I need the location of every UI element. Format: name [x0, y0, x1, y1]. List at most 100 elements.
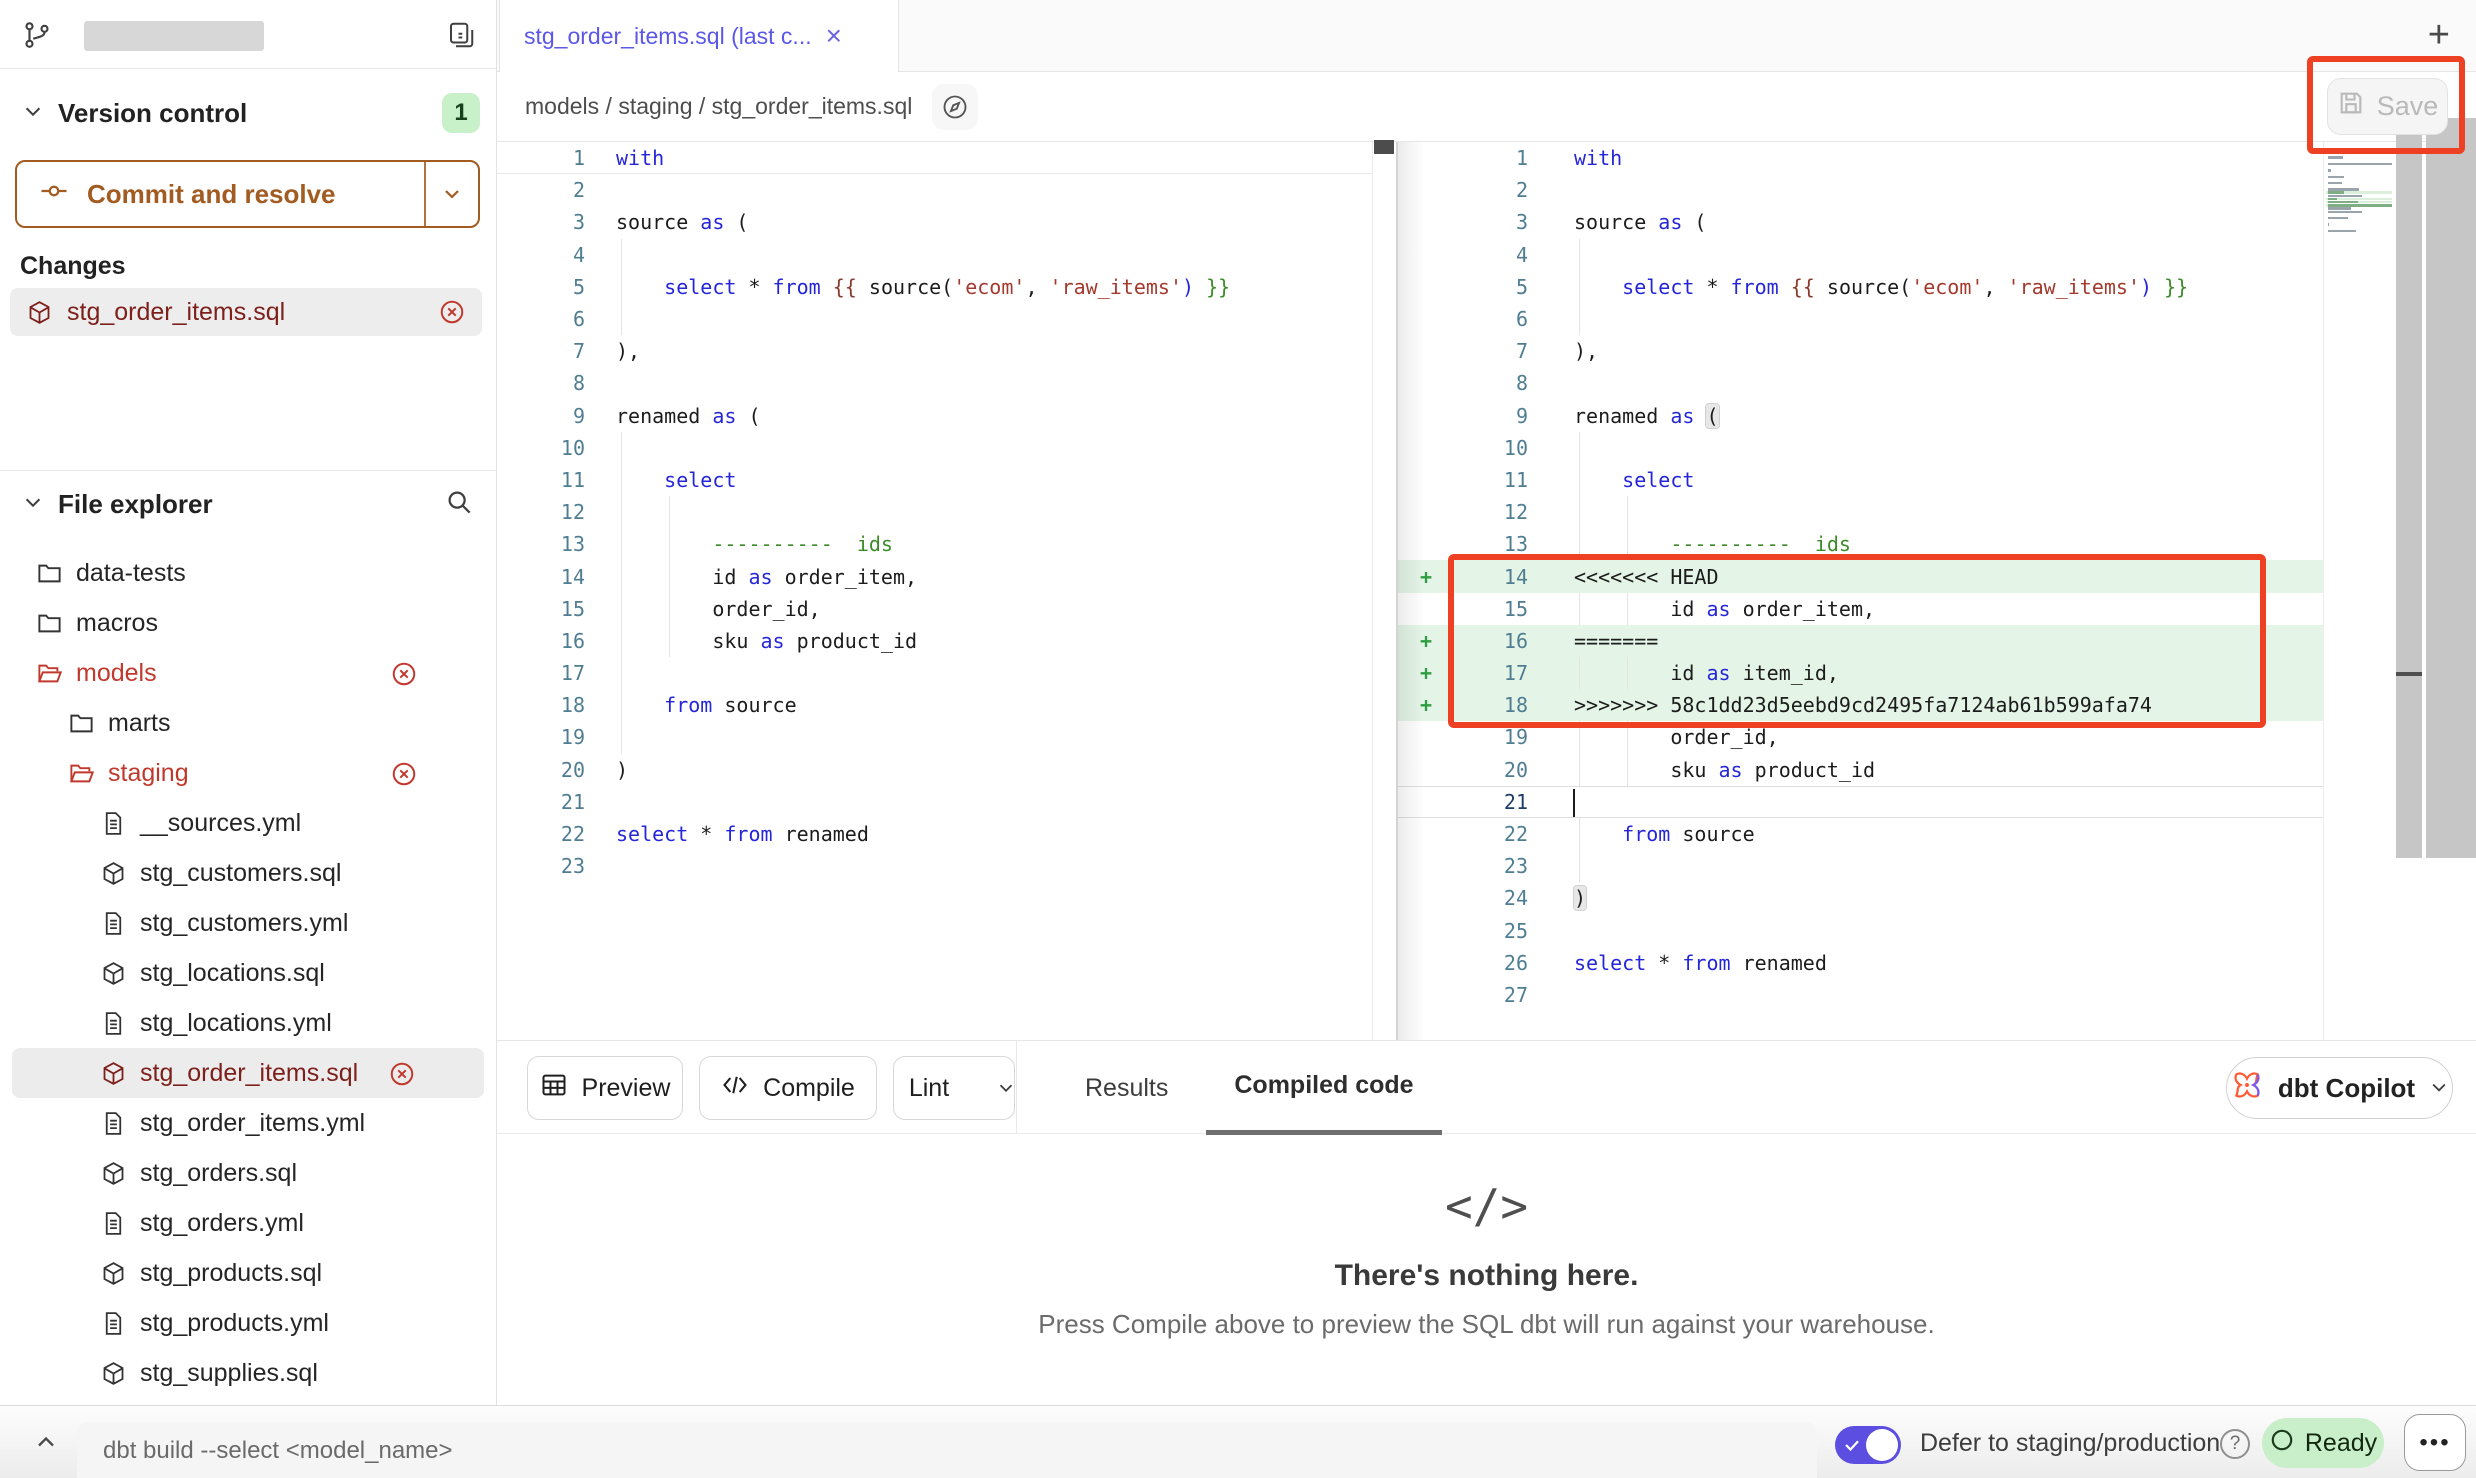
code-line-17[interactable]: +17 id as item_id,: [1398, 657, 2323, 689]
code-line-4[interactable]: 4: [497, 239, 1372, 271]
code-line-7[interactable]: 7),: [497, 335, 1372, 367]
code-line-23[interactable]: 23: [497, 850, 1372, 882]
command-input[interactable]: dbt build --select <model_name>: [77, 1422, 1817, 1478]
save-button[interactable]: Save: [2327, 78, 2448, 135]
tree-item-models[interactable]: models: [0, 648, 496, 698]
tree-item-data-tests[interactable]: data-tests: [0, 548, 496, 598]
editor-current[interactable]: 1with23source as (45 select * from {{ so…: [1398, 142, 2323, 1040]
code-line-18[interactable]: +18>>>>>>> 58c1dd23d5eebd9cd2495fa7124ab…: [1398, 689, 2323, 721]
code-line-16[interactable]: +16=======: [1398, 625, 2323, 657]
tree-item-stg_supplies.sql[interactable]: stg_supplies.sql: [0, 1348, 496, 1398]
code-line-2[interactable]: 2: [1398, 174, 2323, 206]
code-line-22[interactable]: 22 from source: [1398, 818, 2323, 850]
code-line-8[interactable]: 8: [497, 367, 1372, 399]
code-line-14[interactable]: +14<<<<<<< HEAD: [1398, 560, 2323, 592]
tab-compiled-code[interactable]: Compiled code: [1206, 1041, 1441, 1135]
search-icon[interactable]: [444, 487, 474, 522]
code-line-3[interactable]: 3source as (: [497, 206, 1372, 238]
file-explorer-header[interactable]: File explorer: [0, 482, 496, 526]
code-line-1[interactable]: 1with: [497, 142, 1372, 174]
tree-item-marts[interactable]: marts: [0, 698, 496, 748]
version-control-header[interactable]: Version control 1: [0, 91, 496, 135]
code-line-17[interactable]: 17: [497, 657, 1372, 689]
code-line-19[interactable]: 19: [497, 721, 1372, 753]
commit-and-resolve-button[interactable]: Commit and resolve: [15, 160, 480, 228]
copy-icon[interactable]: [446, 20, 476, 55]
code-line-5[interactable]: 5 select * from {{ source('ecom', 'raw_i…: [1398, 271, 2323, 303]
editor-scrollbar[interactable]: [2426, 118, 2476, 858]
code-line-13[interactable]: 13 ---------- ids: [1398, 528, 2323, 560]
code-line-14[interactable]: 14 id as order_item,: [497, 560, 1372, 592]
dbt-copilot-button[interactable]: dbt Copilot: [2226, 1057, 2453, 1119]
code-line-15[interactable]: 15 order_id,: [497, 593, 1372, 625]
discard-change-icon[interactable]: [438, 298, 466, 326]
tree-item-stg_locations.sql[interactable]: stg_locations.sql: [0, 948, 496, 998]
code-line-4[interactable]: 4: [1398, 239, 2323, 271]
tree-item-stg_customers.sql[interactable]: stg_customers.sql: [0, 848, 496, 898]
deleted-marker-icon[interactable]: [388, 1060, 416, 1088]
code-line-3[interactable]: 3source as (: [1398, 206, 2323, 238]
code-line-8[interactable]: 8: [1398, 367, 2323, 399]
code-line-11[interactable]: 11 select: [497, 464, 1372, 496]
tree-item-stg_order_items.yml[interactable]: stg_order_items.yml: [0, 1098, 496, 1148]
editor-minimap[interactable]: [2326, 150, 2394, 236]
tree-item-stg_orders.sql[interactable]: stg_orders.sql: [0, 1148, 496, 1198]
code-line-24[interactable]: 24): [1398, 882, 2323, 914]
code-line-19[interactable]: 19 order_id,: [1398, 721, 2323, 753]
code-line-6[interactable]: 6: [1398, 303, 2323, 335]
tree-item-stg_locations.yml[interactable]: stg_locations.yml: [0, 998, 496, 1048]
code-line-21[interactable]: 21: [1398, 786, 2323, 818]
code-line-20[interactable]: 20 sku as product_id: [1398, 754, 2323, 786]
code-line-11[interactable]: 11 select: [1398, 464, 2323, 496]
lint-label[interactable]: Lint: [891, 1057, 967, 1119]
code-line-12[interactable]: 12: [497, 496, 1372, 528]
tab-stg-order-items[interactable]: stg_order_items.sql (last c... ×: [499, 0, 899, 72]
code-line-16[interactable]: 16 sku as product_id: [497, 625, 1372, 657]
code-line-18[interactable]: 18 from source: [497, 689, 1372, 721]
code-line-26[interactable]: 26select * from renamed: [1398, 947, 2323, 979]
code-line-25[interactable]: 25: [1398, 915, 2323, 947]
code-line-13[interactable]: 13 ---------- ids: [497, 528, 1372, 560]
status-badge[interactable]: Ready: [2262, 1418, 2384, 1468]
scrollbar-handle[interactable]: [2396, 672, 2422, 676]
tab-results[interactable]: Results: [1057, 1041, 1196, 1135]
deleted-marker-icon[interactable]: [390, 660, 418, 688]
tree-item-stg_orders.yml[interactable]: stg_orders.yml: [0, 1198, 496, 1248]
code-line-12[interactable]: 12: [1398, 496, 2323, 528]
tree-item-macros[interactable]: macros: [0, 598, 496, 648]
lint-dropdown-chevron[interactable]: [995, 1057, 1017, 1119]
preview-button[interactable]: Preview: [527, 1056, 683, 1120]
lint-button[interactable]: Lint: [893, 1056, 1015, 1120]
defer-toggle[interactable]: [1835, 1426, 1901, 1464]
editor-last-commit[interactable]: 1with23source as (45 select * from {{ so…: [497, 142, 1372, 1040]
code-line-1[interactable]: 1with: [1398, 142, 2323, 174]
code-line-9[interactable]: 9renamed as (: [497, 400, 1372, 432]
tree-item-__sources.yml[interactable]: __sources.yml: [0, 798, 496, 848]
branch-name-redacted[interactable]: [84, 21, 264, 51]
code-line-15[interactable]: 15 id as order_item,: [1398, 593, 2323, 625]
copilot-compass-button[interactable]: [932, 84, 978, 130]
tree-item-stg_products.sql[interactable]: stg_products.sql: [0, 1248, 496, 1298]
code-line-9[interactable]: 9renamed as (: [1398, 400, 2323, 432]
compile-button[interactable]: Compile: [699, 1056, 877, 1120]
commit-dropdown-chevron[interactable]: [426, 182, 478, 206]
chevron-up-icon[interactable]: [32, 1428, 60, 1461]
tree-item-stg_customers.yml[interactable]: stg_customers.yml: [0, 898, 496, 948]
code-line-10[interactable]: 10: [1398, 432, 2323, 464]
tree-item-stg_order_items.sql[interactable]: stg_order_items.sql: [12, 1048, 484, 1098]
new-tab-button[interactable]: +: [2428, 16, 2450, 54]
deleted-marker-icon[interactable]: [390, 760, 418, 788]
code-line-6[interactable]: 6: [497, 303, 1372, 335]
changed-file-row[interactable]: stg_order_items.sql: [10, 288, 482, 336]
code-line-7[interactable]: 7),: [1398, 335, 2323, 367]
code-line-21[interactable]: 21: [497, 786, 1372, 818]
code-line-22[interactable]: 22select * from renamed: [497, 818, 1372, 850]
overflow-menu-button[interactable]: •••: [2404, 1414, 2466, 1471]
tree-item-stg_products.yml[interactable]: stg_products.yml: [0, 1298, 496, 1348]
code-line-10[interactable]: 10: [497, 432, 1372, 464]
code-line-23[interactable]: 23: [1398, 850, 2323, 882]
code-line-5[interactable]: 5 select * from {{ source('ecom', 'raw_i…: [497, 271, 1372, 303]
code-line-20[interactable]: 20): [497, 754, 1372, 786]
left-editor-scroll-thumb[interactable]: [1374, 140, 1394, 154]
help-icon[interactable]: ?: [2220, 1429, 2250, 1459]
